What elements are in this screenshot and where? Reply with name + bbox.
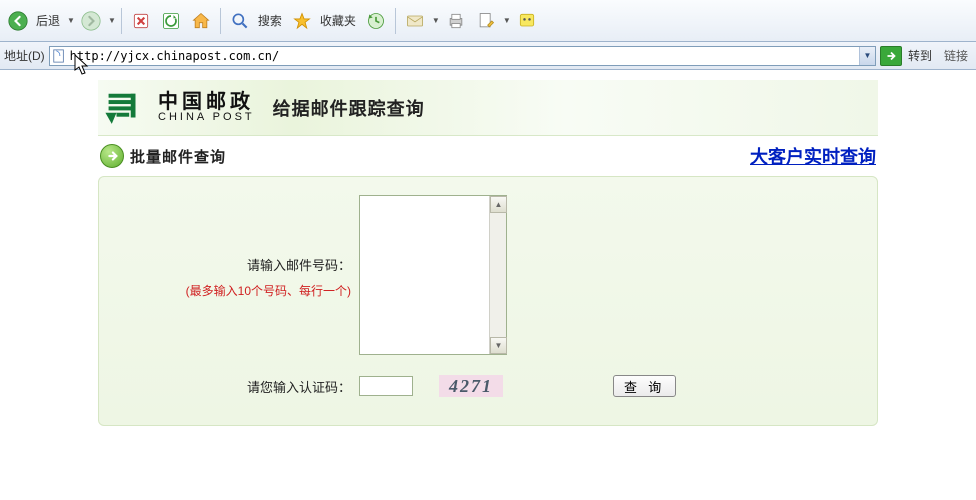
mail-number-textarea[interactable] <box>360 196 488 354</box>
big-customer-link[interactable]: 大客户实时查询 <box>750 143 876 169</box>
mail-dropdown[interactable]: ▼ <box>432 16 440 25</box>
forward-button[interactable] <box>77 7 105 35</box>
go-label: 转到 <box>908 47 932 64</box>
query-button[interactable]: 查 询 <box>613 375 676 397</box>
messenger-button[interactable] <box>513 7 541 35</box>
favorites-label: 收藏夹 <box>320 12 356 29</box>
back-label: 后退 <box>36 12 60 29</box>
mail-number-label: 请输入邮件号码： <box>247 258 351 273</box>
logo: 中国邮政 CHINA POST <box>98 89 255 127</box>
page-title: 给据邮件跟踪查询 <box>273 95 425 121</box>
home-button[interactable] <box>187 7 215 35</box>
search-button[interactable] <box>226 7 254 35</box>
subhead-row: 批量邮件查询 大客户实时查询 <box>98 136 878 176</box>
search-label: 搜索 <box>258 12 282 29</box>
back-dropdown[interactable]: ▼ <box>67 16 75 25</box>
page-content: 中国邮政 CHINA POST 给据邮件跟踪查询 批量邮件查询 大客户实时查询 … <box>0 70 976 426</box>
logo-cn: 中国邮政 <box>158 92 255 112</box>
url-input[interactable] <box>68 49 859 63</box>
query-form-panel: 请输入邮件号码： (最多输入10个号码、每行一个) ▲ ▼ 请您输入认证码： 4 <box>98 176 878 426</box>
print-button[interactable] <box>442 7 470 35</box>
scroll-up-button[interactable]: ▲ <box>490 196 507 213</box>
bulk-query-icon <box>100 144 124 168</box>
browser-toolbar: 后退 ▼ ▼ 搜索 收藏夹 ▼ ▼ <box>0 0 976 42</box>
page-header: 中国邮政 CHINA POST 给据邮件跟踪查询 <box>98 80 878 136</box>
links-button[interactable]: 链接 <box>940 47 972 64</box>
scroll-down-button[interactable]: ▼ <box>490 337 507 354</box>
address-label: 地址(D) <box>4 47 45 64</box>
bulk-query-label: 批量邮件查询 <box>130 146 226 167</box>
captcha-input[interactable] <box>359 376 413 396</box>
captcha-label: 请您输入认证码： <box>247 380 351 395</box>
go-button[interactable] <box>880 46 902 66</box>
url-dropdown[interactable]: ▼ <box>859 47 875 65</box>
logo-en: CHINA POST <box>158 112 255 123</box>
mail-number-hint: (最多输入10个号码、每行一个) <box>119 282 351 299</box>
edit-button[interactable] <box>472 7 500 35</box>
mail-number-textarea-wrap: ▲ ▼ <box>359 195 507 355</box>
favorites-button[interactable] <box>288 7 316 35</box>
address-input-wrap[interactable]: ▼ <box>49 46 876 66</box>
history-button[interactable] <box>362 7 390 35</box>
page-icon <box>50 48 68 64</box>
address-bar: 地址(D) ▼ 转到 链接 <box>0 42 976 70</box>
refresh-button[interactable] <box>157 7 185 35</box>
china-post-logo-icon <box>102 89 150 127</box>
forward-dropdown[interactable]: ▼ <box>108 16 116 25</box>
textarea-scrollbar[interactable]: ▲ ▼ <box>489 196 506 354</box>
mail-button[interactable] <box>401 7 429 35</box>
stop-button[interactable] <box>127 7 155 35</box>
back-button[interactable] <box>4 7 32 35</box>
edit-dropdown[interactable]: ▼ <box>503 16 511 25</box>
captcha-image: 4271 <box>439 375 503 397</box>
